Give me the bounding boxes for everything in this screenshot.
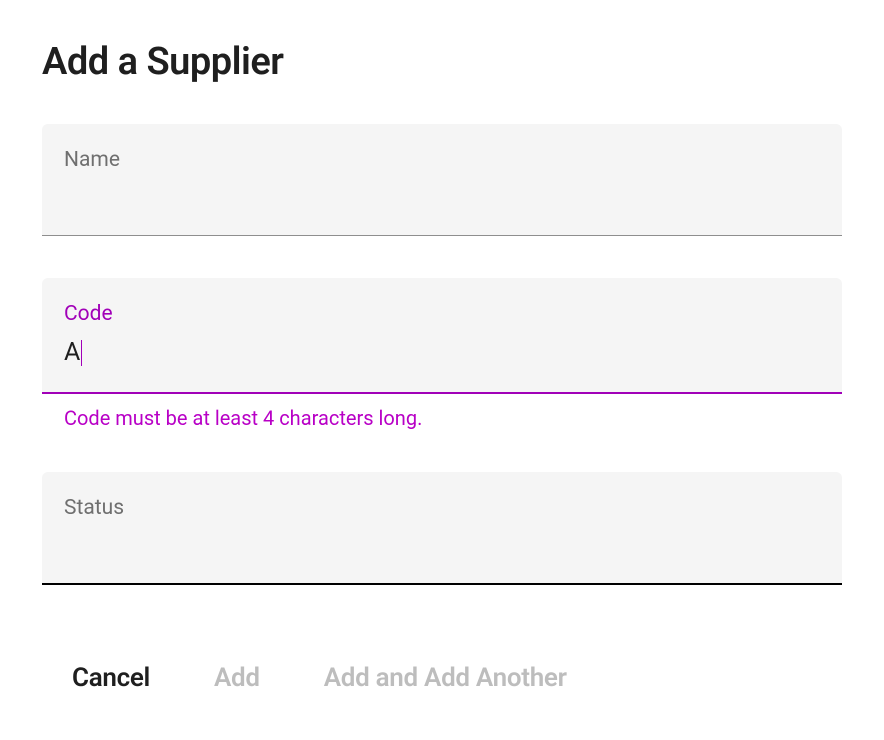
code-field-container[interactable]: Code A (42, 278, 842, 393)
status-field-container[interactable]: Status (42, 472, 842, 585)
status-select[interactable] (64, 531, 820, 559)
add-and-add-another-button[interactable]: Add and Add Another (324, 663, 567, 693)
cancel-button[interactable]: Cancel (72, 663, 150, 693)
name-input[interactable] (64, 183, 820, 211)
code-error-text: Code must be at least 4 characters long. (42, 406, 842, 430)
add-button[interactable]: Add (214, 663, 260, 693)
code-label: Code (64, 300, 820, 329)
dialog-actions: Cancel Add Add and Add Another (42, 627, 842, 693)
status-label: Status (64, 494, 820, 523)
page-title: Add a Supplier (42, 40, 842, 84)
name-field-container[interactable]: Name (42, 124, 842, 236)
name-label: Name (64, 146, 820, 175)
code-input[interactable]: A (64, 338, 820, 368)
text-caret (81, 340, 82, 366)
